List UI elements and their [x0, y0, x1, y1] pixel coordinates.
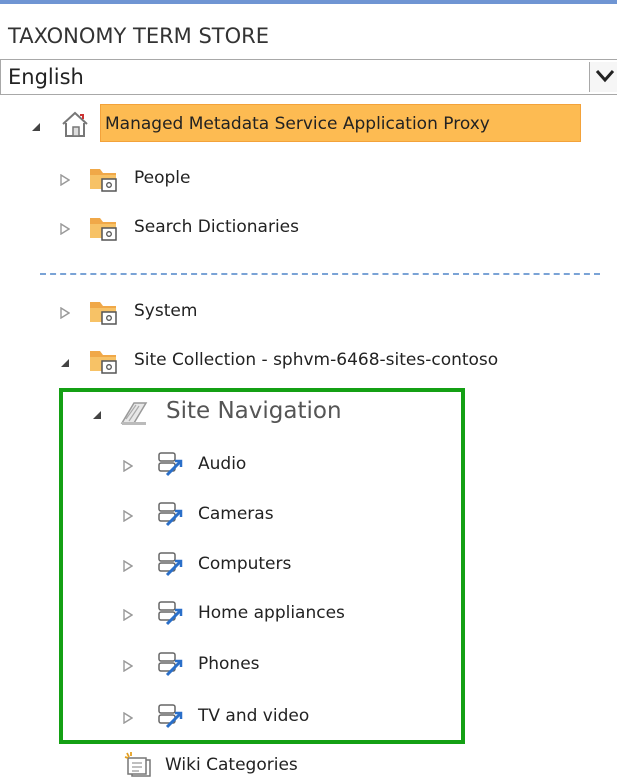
- tree-node-label: System: [134, 301, 198, 321]
- collapsed-triangle-icon[interactable]: [123, 709, 134, 728]
- tree-node-term-set-site-navigation[interactable]: Site Navigation: [0, 396, 450, 430]
- top-rule: [0, 0, 617, 4]
- tree-node-root[interactable]: Managed Metadata Service Application Pro…: [0, 108, 600, 142]
- wiki-term-set-icon: [122, 750, 152, 780]
- tree-node-label: Wiki Categories: [165, 755, 298, 775]
- tree-node-term-tv-and-video[interactable]: TV and video: [0, 700, 420, 734]
- tree-node-label: Site Collection - sphvm-6468-sites-conto…: [134, 350, 499, 370]
- expanded-triangle-icon[interactable]: [60, 353, 70, 372]
- tree-node-term-cameras[interactable]: Cameras: [0, 498, 420, 532]
- tree-node-group-site-collection[interactable]: Site Collection - sphvm-6468-sites-conto…: [0, 344, 600, 378]
- tree-node-label: Site Navigation: [166, 398, 342, 424]
- collapsed-triangle-icon[interactable]: [60, 220, 71, 239]
- folder-group-icon: [88, 296, 118, 326]
- tree-node-label: Cameras: [198, 504, 274, 524]
- tree-node-label: People: [134, 168, 191, 188]
- tree-node-term-phones[interactable]: Phones: [0, 648, 420, 682]
- collapsed-triangle-icon[interactable]: [123, 557, 134, 576]
- collapsed-triangle-icon[interactable]: [123, 657, 134, 676]
- separator-line: [40, 273, 600, 275]
- folder-group-icon: [88, 212, 118, 242]
- tree-node-label: Phones: [198, 654, 260, 674]
- expanded-triangle-icon[interactable]: [92, 405, 102, 424]
- tree-node-group-system[interactable]: System: [0, 295, 400, 329]
- tree-node-term-home-appliances[interactable]: Home appliances: [0, 597, 420, 631]
- navigation-term-icon: [155, 701, 185, 731]
- tree-node-label: Search Dictionaries: [134, 217, 299, 237]
- tree-node-label: Managed Metadata Service Application Pro…: [105, 114, 490, 134]
- navigation-term-icon: [155, 598, 185, 628]
- tree-node-label: Computers: [198, 554, 292, 574]
- term-store-panel: TAXONOMY TERM STORE English Managed Meta…: [0, 0, 617, 781]
- tree-node-label: Audio: [198, 454, 247, 474]
- tree-node-group-people[interactable]: People: [0, 162, 400, 196]
- navigation-term-set-icon: [118, 397, 148, 427]
- folder-group-icon: [88, 163, 118, 193]
- navigation-term-icon: [155, 649, 185, 679]
- expanded-triangle-icon[interactable]: [31, 117, 41, 136]
- navigation-term-icon: [155, 449, 185, 479]
- tree-node-group-search-dictionaries[interactable]: Search Dictionaries: [0, 211, 400, 245]
- language-select[interactable]: English: [0, 59, 617, 95]
- navigation-term-icon: [155, 499, 185, 529]
- tree-node-term-set-wiki-categories[interactable]: Wiki Categories: [0, 749, 400, 781]
- term-store-house-icon: [60, 109, 90, 139]
- collapsed-triangle-icon[interactable]: [60, 304, 71, 323]
- folder-group-icon: [88, 345, 118, 375]
- tree-node-term-computers[interactable]: Computers: [0, 548, 420, 582]
- collapsed-triangle-icon[interactable]: [123, 507, 134, 526]
- language-select-value: English: [8, 65, 84, 89]
- tree-node-label: TV and video: [198, 706, 310, 726]
- collapsed-triangle-icon[interactable]: [60, 171, 71, 190]
- navigation-term-icon: [155, 549, 185, 579]
- collapsed-triangle-icon[interactable]: [123, 457, 134, 476]
- tree-node-term-audio[interactable]: Audio: [0, 448, 420, 482]
- collapsed-triangle-icon[interactable]: [123, 606, 134, 625]
- panel-title: TAXONOMY TERM STORE: [8, 24, 270, 48]
- tree-node-label: Home appliances: [198, 603, 345, 623]
- chevron-down-icon[interactable]: [589, 62, 617, 92]
